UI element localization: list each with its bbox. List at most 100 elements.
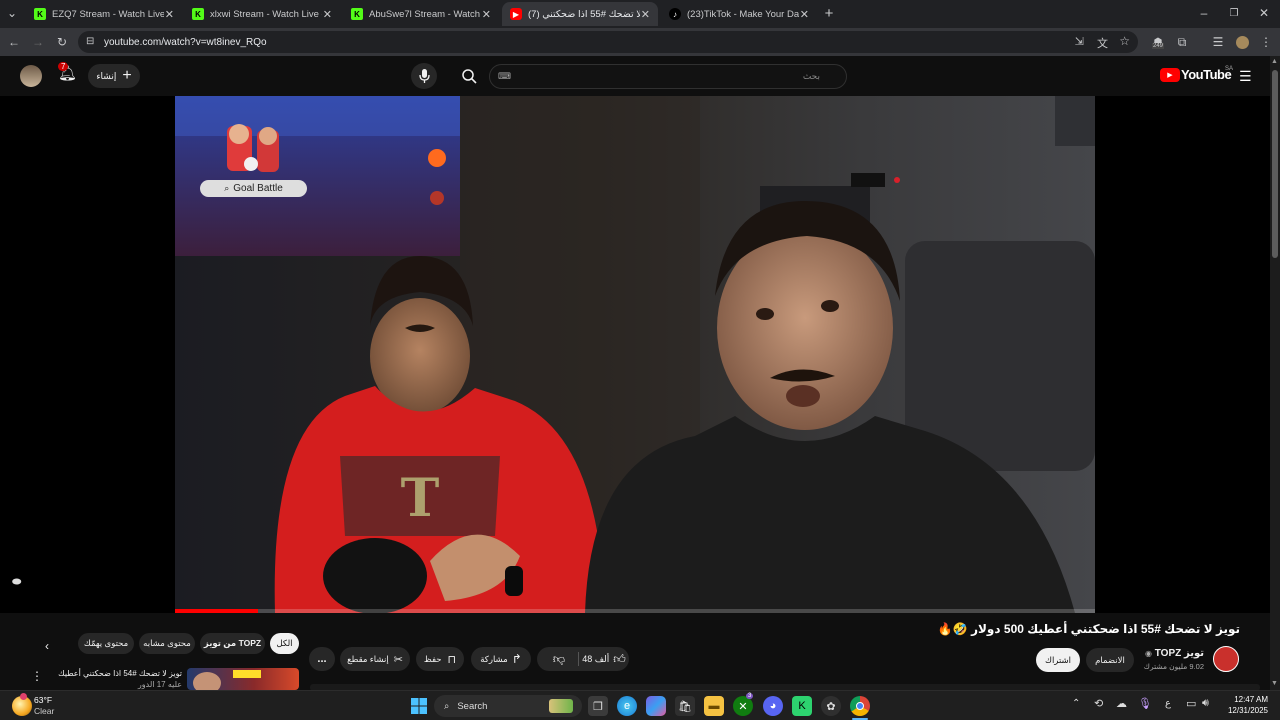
windows-start-icon[interactable] xyxy=(409,696,429,716)
chrome-icon[interactable] xyxy=(850,696,870,716)
close-icon[interactable]: ✕ xyxy=(165,8,174,21)
volume-icon[interactable]: 🔊︎ xyxy=(1202,697,1209,710)
subscribe-button[interactable]: اشتراك xyxy=(1036,648,1080,672)
thumbs-up-icon: 👍︎ xyxy=(613,651,626,666)
chip-related[interactable]: محتوى مشابه xyxy=(139,633,195,654)
notifications-bell-icon[interactable]: 🔔︎ 7 xyxy=(58,62,78,86)
taskbar-search-label: Search xyxy=(457,700,488,712)
scroll-down-icon[interactable]: ▼ xyxy=(1271,680,1278,687)
install-app-icon[interactable]: ⇲ xyxy=(1075,35,1084,48)
create-button[interactable]: إنشاء + xyxy=(88,64,140,88)
reload-icon[interactable]: ↻ xyxy=(54,34,70,50)
scissors-icon: ✂ xyxy=(393,653,403,666)
thumbnail-face xyxy=(193,672,221,690)
search-input[interactable]: بحث ⌨ xyxy=(489,64,847,89)
clock-date[interactable]: 12/31/2025 xyxy=(1222,706,1268,715)
clock-time[interactable]: 12:47 AM xyxy=(1222,695,1268,704)
input-language[interactable]: ع xyxy=(1165,698,1171,709)
tab-title: (7) تويز لا تضحك #55 اذا ضحكتني xyxy=(528,8,640,20)
onedrive-cloud-icon[interactable]: ☁ xyxy=(1116,697,1127,710)
taskbar-search-box[interactable]: ⌕ Search xyxy=(434,695,582,717)
video-title: تويز لا تضحك #55 اذا ضحكتني أعطيك 500 دو… xyxy=(937,622,1240,636)
tab-title: xlxwi Stream - Watch Live on Ki xyxy=(210,8,322,20)
browser-tab[interactable]: K AbuSwe7l Stream - Watch Live ✕ xyxy=(343,2,499,26)
close-icon[interactable]: ✕ xyxy=(800,8,809,21)
extensions-puzzle-icon[interactable]: ⧉ xyxy=(1174,34,1190,50)
forward-icon[interactable]: → xyxy=(30,34,46,50)
browser-tab[interactable]: K EZQ7 Stream - Watch Live on Ki ✕ xyxy=(26,2,182,26)
back-icon[interactable]: ← xyxy=(6,34,22,50)
browser-tab[interactable]: ♪ (23)TikTok - Make Your Day ✕ xyxy=(661,2,817,26)
discord-icon[interactable]: ◕ xyxy=(763,696,783,716)
clip-button[interactable]: إنشاء مقطع ✂ xyxy=(340,647,410,671)
close-icon[interactable]: ✕ xyxy=(482,8,491,21)
dislike-button[interactable]: 👎︎ xyxy=(541,647,577,671)
youtube-logo-text[interactable]: YouTube xyxy=(1181,67,1232,82)
chips-prev-icon[interactable]: ‹ xyxy=(36,635,58,657)
youtube-logo-icon[interactable]: ▶ xyxy=(1160,68,1180,82)
chip-for-you[interactable]: محتوى يهمّك xyxy=(78,633,134,654)
video-menu-icon[interactable]: ⋮ xyxy=(31,669,43,683)
guide-menu-icon[interactable]: ☰ xyxy=(1239,68,1252,85)
bookmark-icon: ⊓ xyxy=(447,653,457,666)
close-icon[interactable]: ✕ xyxy=(641,8,650,21)
restore-icon[interactable]: ❐ xyxy=(1226,5,1242,21)
browser-tab-active[interactable]: ▶ (7) تويز لا تضحك #55 اذا ضحكتني ✕ xyxy=(502,2,658,26)
account-avatar[interactable] xyxy=(20,65,42,87)
like-button[interactable]: 48 ألف 👍︎ xyxy=(579,647,629,671)
microsoft-store-icon[interactable]: 🛍︎ xyxy=(675,696,695,716)
channel-name-row[interactable]: تويز TOPZ ◉ xyxy=(1145,648,1204,659)
save-button[interactable]: حفظ ⊓ xyxy=(416,647,464,671)
kick-app-icon[interactable]: K xyxy=(792,696,812,716)
tray-overflow-icon[interactable]: ⌃ xyxy=(1072,698,1080,709)
reading-list-icon[interactable]: ☰ xyxy=(1210,34,1226,50)
share-label: مشاركة xyxy=(480,653,508,664)
next-video-thumbnail[interactable] xyxy=(187,668,299,690)
create-label: إنشاء xyxy=(96,70,117,81)
translate-icon[interactable]: 文 xyxy=(1097,35,1108,51)
network-icon[interactable]: ▭ xyxy=(1186,697,1196,710)
keyboard-icon[interactable]: ⌨ xyxy=(498,71,511,82)
extension-icon[interactable]: ⬢ 249 xyxy=(1150,34,1166,50)
join-button[interactable]: الانضمام xyxy=(1086,648,1134,672)
share-button[interactable]: مشاركة ↱ xyxy=(471,647,531,671)
video-frame: T xyxy=(175,96,1095,613)
chip-from-channel[interactable]: من تويز TOPZ xyxy=(200,633,265,654)
channel-name[interactable]: تويز TOPZ xyxy=(1155,648,1204,659)
xbox-icon[interactable]: ✕ xyxy=(733,696,753,716)
site-info-icon[interactable]: ⊟ xyxy=(86,36,94,47)
edge-browser-icon[interactable]: e xyxy=(617,696,637,716)
browser-toolbar: ← → ↻ ⊟ youtube.com/watch?v=wt8inev_RQo … xyxy=(0,28,1280,56)
xbox-badge: 3 xyxy=(746,693,754,699)
page-scrollbar[interactable]: ▲ ▼ xyxy=(1270,56,1280,690)
copilot-icon[interactable] xyxy=(646,696,666,716)
ambient-mode-icon[interactable]: ⬬ xyxy=(12,576,21,589)
sync-icon[interactable]: ⟲ xyxy=(1094,697,1103,710)
profile-avatar-icon[interactable] xyxy=(1234,34,1250,50)
browser-tab[interactable]: K xlxwi Stream - Watch Live on Ki ✕ xyxy=(184,2,340,26)
region-code: SA xyxy=(1225,66,1234,72)
window-close-icon[interactable]: ✕ xyxy=(1256,5,1272,21)
chip-all[interactable]: الكل xyxy=(270,633,299,654)
clip-label: إنشاء مقطع xyxy=(347,653,389,664)
search-button[interactable] xyxy=(456,64,482,89)
microphone-tray-icon[interactable]: 🎙︎ xyxy=(1138,697,1152,710)
chatgpt-icon[interactable]: ✿ xyxy=(821,696,841,716)
close-icon[interactable]: ✕ xyxy=(323,8,332,21)
channel-avatar[interactable] xyxy=(1213,646,1239,672)
like-count: 48 ألف xyxy=(582,653,610,664)
voice-search-button[interactable] xyxy=(411,63,437,89)
tab-search-chevron-icon[interactable]: ⌄ xyxy=(4,5,20,21)
new-tab-icon[interactable]: + xyxy=(821,5,837,22)
task-view-icon[interactable]: ❐ xyxy=(588,696,608,716)
video-player[interactable]: T ⌕ Goal Battle xyxy=(175,96,1095,613)
scrollbar-thumb[interactable] xyxy=(1272,70,1278,258)
minimize-icon[interactable]: – xyxy=(1196,5,1212,21)
bookmark-star-icon[interactable]: ☆ xyxy=(1119,34,1130,48)
address-bar[interactable]: ⊟ youtube.com/watch?v=wt8inev_RQo ⇲ 文 ☆ xyxy=(78,31,1138,53)
scroll-up-icon[interactable]: ▲ xyxy=(1271,58,1278,65)
browser-menu-icon[interactable]: ⋮ xyxy=(1258,34,1274,50)
next-video-text[interactable]: تويز لا تضحك #54 اذا ضحكتني أعطيك عليه 1… xyxy=(48,668,182,690)
more-actions-button[interactable]: ... xyxy=(309,647,335,671)
file-explorer-icon[interactable]: ▬ xyxy=(704,696,724,716)
